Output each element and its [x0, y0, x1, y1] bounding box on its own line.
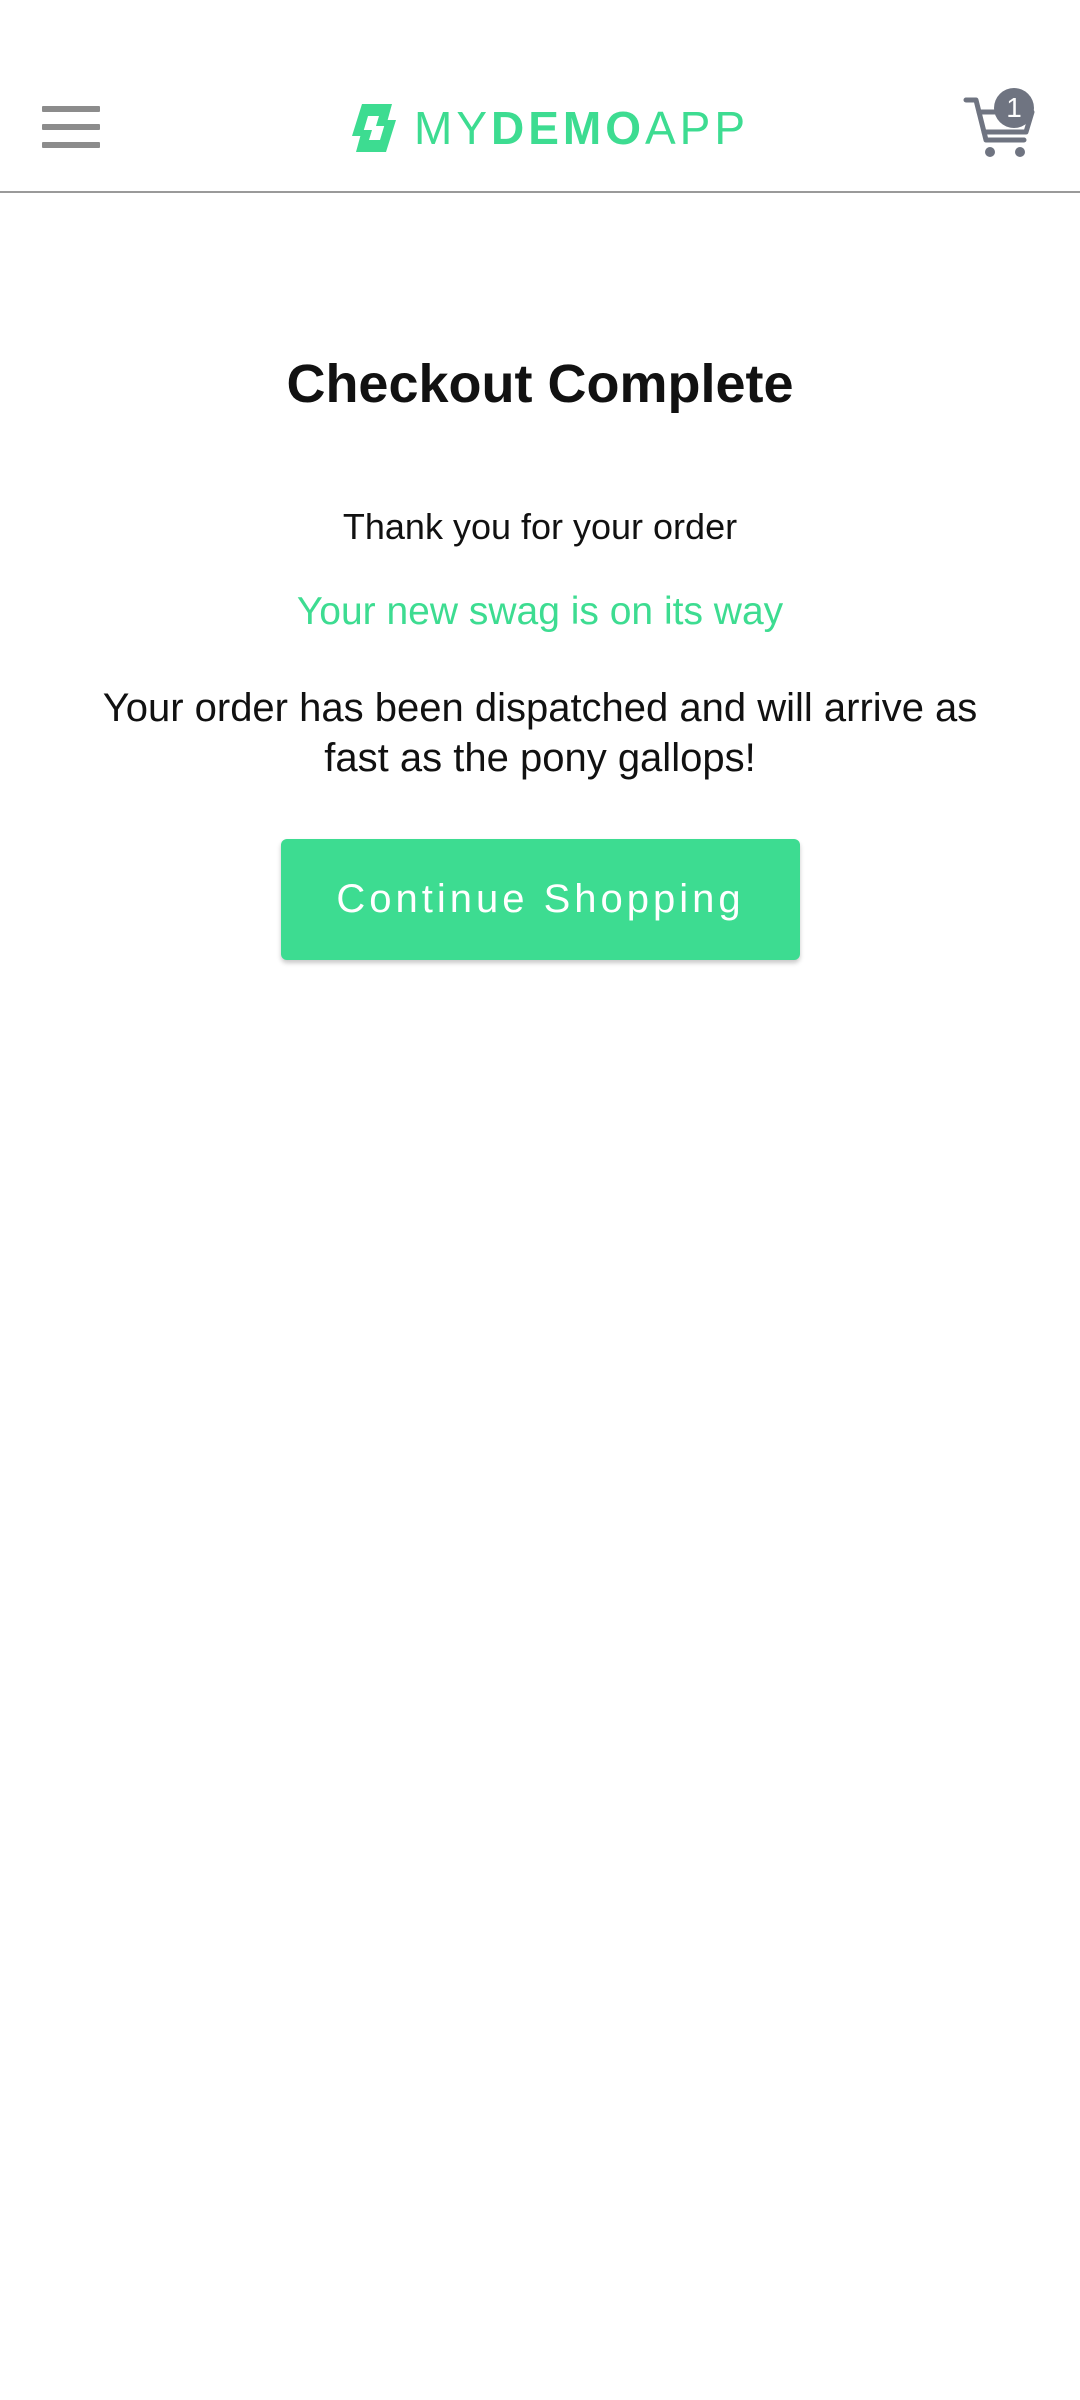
continue-shopping-button[interactable]: Continue Shopping [281, 839, 800, 960]
cart-count-badge: 1 [994, 88, 1034, 128]
logo-text-demo: DEMO [491, 102, 645, 154]
logo-text-app: APP [645, 102, 750, 154]
app-logo: MYDEMOAPP [348, 100, 749, 156]
hamburger-menu-icon [42, 106, 100, 112]
hamburger-menu-icon-bar [42, 124, 100, 130]
lightning-bolt-logo-icon [352, 104, 396, 152]
dispatch-message: Your order has been dispatched and will … [102, 686, 978, 780]
hamburger-menu-icon-bar [42, 142, 100, 148]
checkout-complete-screen: MYDEMOAPP 1 Checkout Complete Thank you … [0, 0, 1080, 2400]
logo-text-my: MY [414, 102, 491, 154]
app-header: MYDEMOAPP 1 [0, 0, 1080, 193]
page-title: Checkout Complete [286, 354, 794, 414]
swag-message: Your new swag is on its way [296, 590, 784, 633]
thank-you-text: Thank you for your order [342, 506, 738, 547]
logo-text: MYDEMOAPP [414, 100, 749, 156]
menu-button[interactable] [34, 96, 106, 158]
